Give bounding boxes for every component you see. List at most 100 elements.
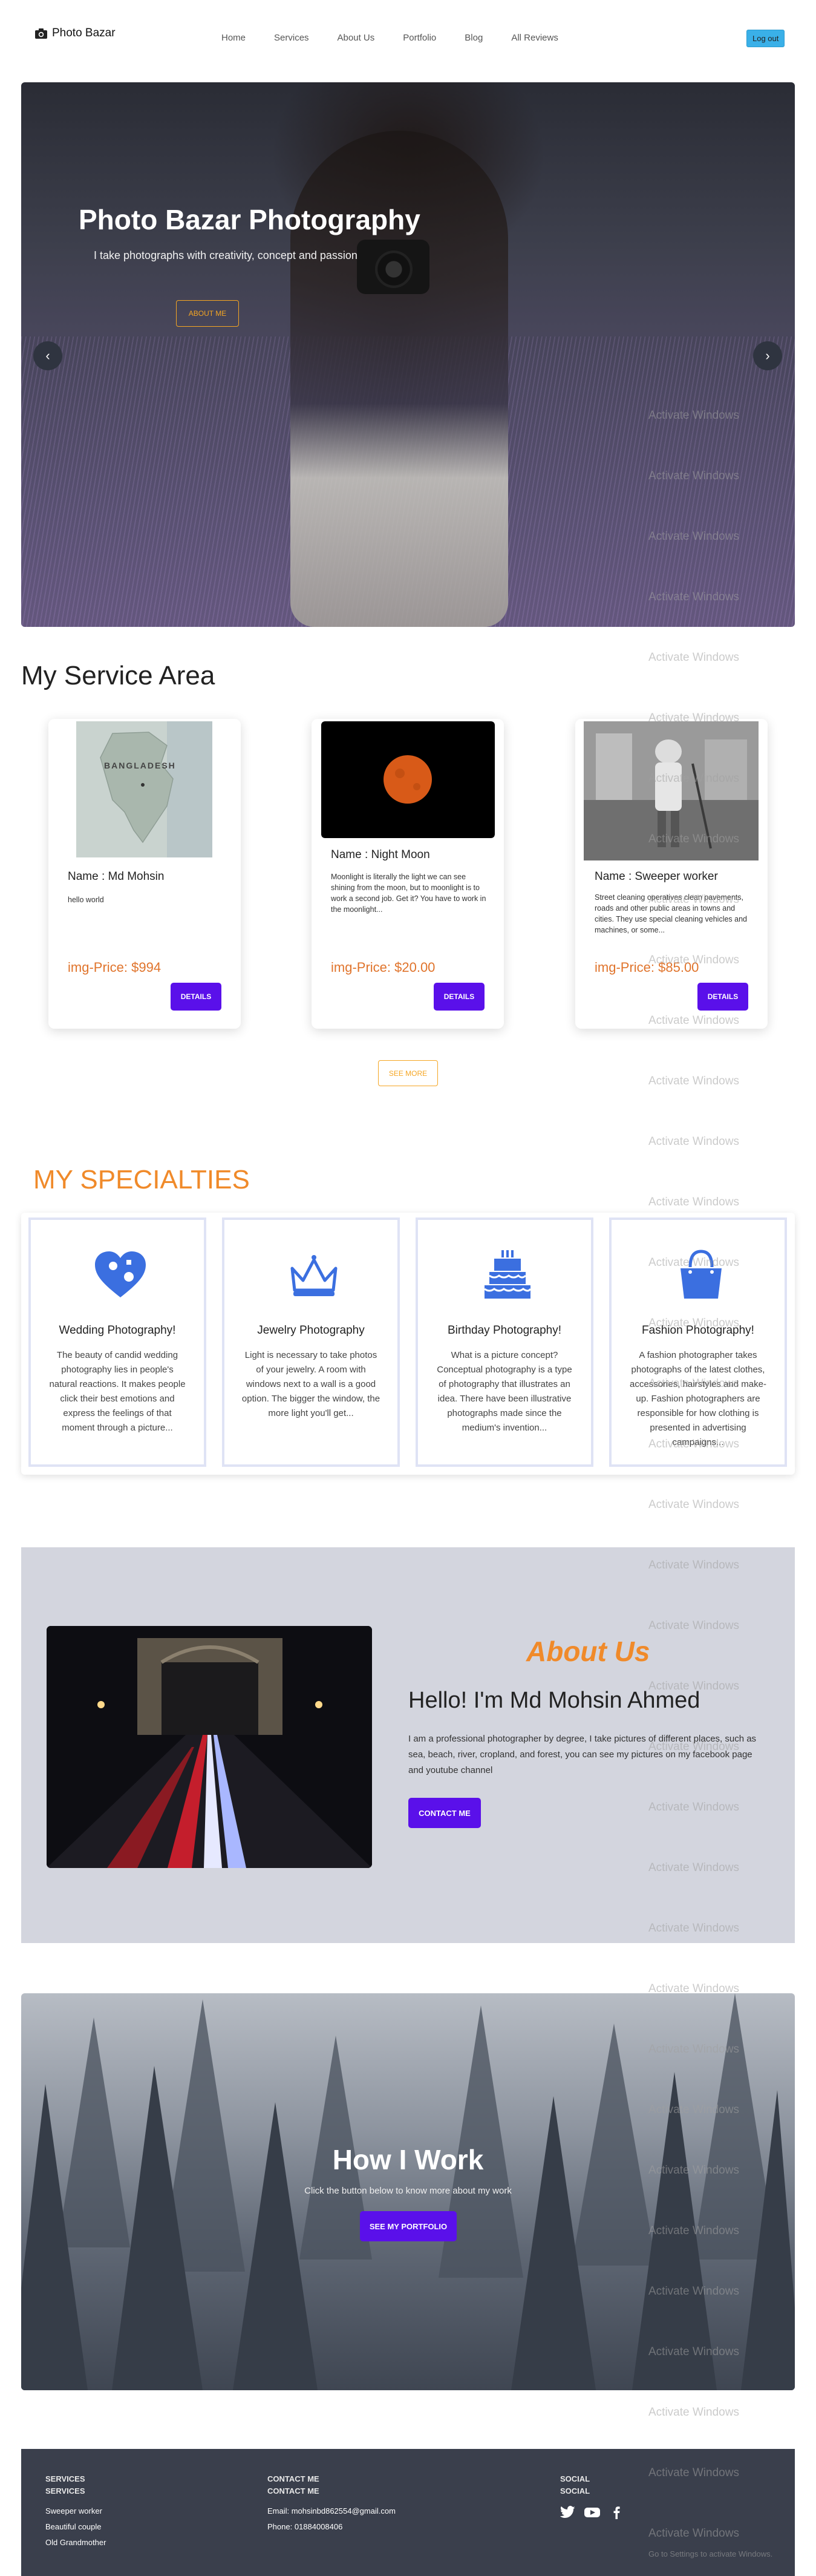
heart-puzzle-icon bbox=[95, 1251, 146, 1297]
activate-windows-watermark: Activate Windows bbox=[648, 1014, 739, 1027]
activate-windows-watermark: Activate Windows bbox=[648, 409, 739, 422]
activate-windows-watermark: Activate Windows bbox=[648, 1438, 739, 1450]
activate-windows-watermark: Activate Windows bbox=[648, 712, 739, 724]
activate-windows-watermark: Activate Windows bbox=[648, 1075, 739, 1087]
details-button[interactable]: DETAILS bbox=[434, 983, 485, 1011]
main-menu: Home Services About Us Portfolio Blog Al… bbox=[221, 33, 587, 43]
top-navbar: Photo Bazar Home Services About Us Portf… bbox=[0, 0, 816, 73]
carousel-prev-button[interactable]: ‹ bbox=[33, 341, 62, 370]
bangladesh-map-image: BANGLADESH bbox=[76, 721, 212, 857]
activate-windows-watermark: Activate Windows bbox=[648, 1801, 739, 1814]
activate-windows-watermark: Activate Windows bbox=[648, 1135, 739, 1148]
footer-contact-column: CONTACT ME CONTACT ME Email: mohsinbd862… bbox=[267, 2473, 396, 2535]
chevron-right-icon: › bbox=[765, 348, 770, 363]
specialty-card: Fashion Photography! A fashion photograp… bbox=[609, 1218, 787, 1467]
details-button[interactable]: DETAILS bbox=[697, 983, 748, 1011]
footer-social-column: SOCIAL SOCIAL bbox=[560, 2473, 624, 2519]
activate-windows-watermark: Activate Windows bbox=[648, 1256, 739, 1269]
night-moon-image bbox=[321, 721, 495, 838]
specialty-card: Birthday Photography! What is a picture … bbox=[416, 1218, 593, 1467]
activate-windows-watermark: Activate Windows bbox=[648, 893, 739, 906]
activate-windows-watermark: Activate Windows bbox=[648, 530, 739, 543]
service-area-title: My Service Area bbox=[21, 661, 215, 690]
footer-service-link[interactable]: Old Grandmother bbox=[45, 2535, 106, 2551]
about-me-button[interactable]: ABOUT ME bbox=[176, 300, 239, 327]
service-price: img-Price: $20.00 bbox=[331, 960, 436, 975]
specialty-description: A fashion photographer takes photographs… bbox=[630, 1350, 766, 1447]
activate-windows-watermark: Activate Windows bbox=[648, 1680, 739, 1693]
specialty-description: What is a picture concept? Conceptual ph… bbox=[437, 1350, 572, 1433]
specialty-title: Wedding Photography! bbox=[59, 1324, 176, 1337]
service-card: Name : Sweeper worker Street cleaning op… bbox=[575, 719, 768, 1029]
footer-service-link[interactable]: Sweeper worker bbox=[45, 2503, 106, 2519]
nav-about-us[interactable]: About Us bbox=[338, 33, 375, 43]
hero-subtitle: I take photographs with creativity, conc… bbox=[94, 249, 357, 261]
service-name: Name : Night Moon bbox=[331, 848, 430, 861]
activate-windows-watermark: Activate Windows bbox=[648, 772, 739, 785]
activate-windows-watermark: Activate Windows bbox=[648, 1498, 739, 1511]
footer-service-link[interactable]: Beautiful couple bbox=[45, 2519, 106, 2535]
activate-windows-watermark: Activate Windows bbox=[648, 2103, 739, 2116]
see-my-portfolio-button[interactable]: SEE MY PORTFOLIO bbox=[360, 2211, 457, 2241]
activate-windows-watermark: Activate Windows bbox=[648, 1740, 739, 1753]
carousel-next-button[interactable]: › bbox=[753, 341, 782, 370]
see-more-button[interactable]: SEE MORE bbox=[378, 1060, 438, 1086]
activate-windows-watermark: Activate Windows bbox=[648, 2466, 739, 2479]
footer-email: Email: mohsinbd862554@gmail.com bbox=[267, 2506, 396, 2515]
nav-services[interactable]: Services bbox=[274, 33, 309, 43]
social-links bbox=[560, 2506, 624, 2519]
hero-carousel: Photo Bazar Photography I take photograp… bbox=[21, 82, 795, 627]
specialty-description: Light is necessary to take photos of you… bbox=[241, 1350, 380, 1418]
facebook-icon[interactable] bbox=[609, 2506, 624, 2519]
service-description: Moonlight is literally the light we can … bbox=[331, 873, 486, 914]
specialty-card: Wedding Photography! The beauty of candi… bbox=[28, 1218, 206, 1467]
service-name: Name : Sweeper worker bbox=[595, 870, 718, 883]
twitter-icon[interactable] bbox=[560, 2506, 576, 2519]
activate-windows-watermark: Activate Windows bbox=[648, 470, 739, 482]
activate-windows-watermark: Activate Windows bbox=[648, 1922, 739, 1935]
specialty-card: Jewelry Photography Light is necessary t… bbox=[222, 1218, 400, 1467]
youtube-icon[interactable] bbox=[584, 2506, 600, 2519]
nav-portfolio[interactable]: Portfolio bbox=[403, 33, 436, 43]
nav-all-reviews[interactable]: All Reviews bbox=[511, 33, 558, 43]
activate-windows-watermark: Activate Windows bbox=[648, 833, 739, 845]
footer-social-heading: SOCIAL bbox=[560, 2474, 590, 2483]
about-title: About Us bbox=[526, 1636, 650, 1667]
specialty-title: Birthday Photography! bbox=[447, 1324, 561, 1337]
service-name: Name : Md Mohsin bbox=[68, 870, 165, 883]
specialties-title: MY SPECIALTIES bbox=[33, 1165, 250, 1195]
shopping-bag-icon bbox=[681, 1250, 722, 1299]
footer-social-heading: SOCIAL bbox=[560, 2486, 590, 2496]
activate-windows-watermark: Activate Windows bbox=[648, 1861, 739, 1874]
logout-button[interactable]: Log out bbox=[746, 30, 785, 47]
footer-contact-heading: CONTACT ME bbox=[267, 2486, 319, 2496]
svg-text:BANGLADESH: BANGLADESH bbox=[104, 761, 176, 770]
nav-home[interactable]: Home bbox=[221, 33, 246, 43]
activate-windows-watermark: Activate Windows bbox=[648, 1619, 739, 1632]
how-i-work-subtitle: Click the button below to know more abou… bbox=[304, 2186, 512, 2196]
footer-services-heading: SERVICES bbox=[45, 2474, 85, 2483]
crown-icon bbox=[290, 1255, 338, 1296]
nav-blog[interactable]: Blog bbox=[465, 33, 483, 43]
birthday-cake-icon bbox=[484, 1250, 532, 1299]
activate-windows-watermark: Activate Windows bbox=[648, 2164, 739, 2177]
activate-windows-watermark: Activate Windows bbox=[648, 2527, 739, 2540]
service-card: Name : Night Moon Moonlight is literally… bbox=[312, 719, 504, 1029]
activate-windows-watermark: Activate Windows bbox=[648, 1196, 739, 1208]
activate-windows-watermark: Activate Windows bbox=[648, 1559, 739, 1571]
details-button[interactable]: DETAILS bbox=[171, 983, 221, 1011]
brand-name: Photo Bazar bbox=[52, 27, 116, 39]
footer-services-column: SERVICES SERVICES Sweeper worker Beautif… bbox=[45, 2473, 106, 2551]
hero-title: Photo Bazar Photography bbox=[79, 204, 420, 235]
activate-windows-watermark: Activate Windows bbox=[648, 954, 739, 966]
service-description: hello world bbox=[68, 896, 104, 904]
footer-phone: Phone: 01884008406 bbox=[267, 2522, 343, 2531]
activate-windows-watermark: Activate Windows bbox=[648, 2406, 739, 2419]
activate-windows-watermark: Activate Windows bbox=[648, 1982, 739, 1995]
activate-windows-watermark: Activate Windows bbox=[648, 2345, 739, 2358]
footer-services-heading: SERVICES bbox=[45, 2486, 85, 2496]
bridge-night-photo bbox=[47, 1626, 372, 1868]
contact-me-button[interactable]: CONTACT ME bbox=[408, 1798, 481, 1828]
activate-windows-watermark: Activate Windows bbox=[648, 1377, 739, 1390]
brand[interactable]: Photo Bazar bbox=[35, 27, 116, 40]
